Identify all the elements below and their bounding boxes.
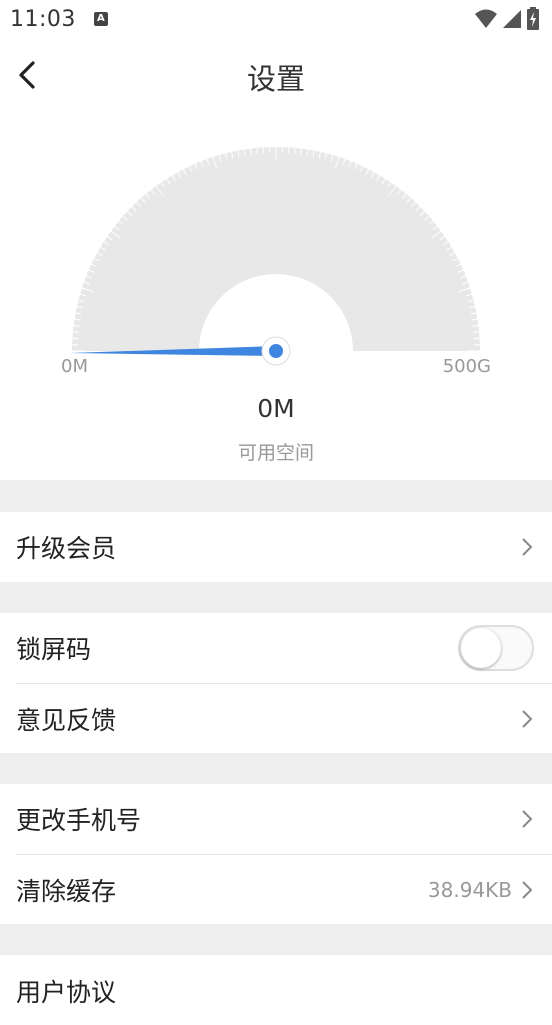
- toggle-knob: [461, 628, 501, 668]
- gauge-max-label: 500G: [443, 356, 491, 377]
- row-label: 更改手机号: [16, 801, 520, 837]
- settings-row-user-agreement[interactable]: 用户协议: [0, 955, 552, 1025]
- gauge-tick: [73, 332, 79, 333]
- gauge-min-label: 0M: [61, 356, 88, 377]
- signal-icon: [502, 8, 522, 30]
- settings-row-change-phone[interactable]: 更改手机号: [0, 784, 552, 854]
- row-label: 用户协议: [16, 973, 534, 1009]
- settings-row-clear-cache[interactable]: 清除缓存 38.94KB: [0, 855, 552, 924]
- section-gap: [0, 582, 552, 613]
- section-gap: [0, 753, 552, 784]
- page-title: 设置: [0, 56, 552, 98]
- status-bar: 11:03 A: [0, 0, 552, 38]
- gauge-tick: [257, 148, 258, 154]
- section-gap: [0, 924, 552, 955]
- lock-screen-toggle[interactable]: [458, 625, 534, 671]
- cache-size-value: 38.94KB: [428, 878, 512, 902]
- chevron-right-icon: [520, 537, 534, 557]
- settings-row-lock-screen-code: 锁屏码: [0, 613, 552, 683]
- settings-row-upgrade-membership[interactable]: 升级会员: [0, 512, 552, 582]
- section-gap: [0, 480, 552, 512]
- status-time: 11:03: [10, 7, 76, 32]
- row-label: 清除缓存: [16, 872, 428, 908]
- gauge-tick: [473, 332, 479, 333]
- chevron-right-icon: [520, 880, 534, 900]
- gauge-dial: [0, 116, 552, 376]
- chevron-right-icon: [520, 809, 534, 829]
- notification-icon: A: [94, 12, 108, 26]
- battery-icon: [526, 7, 540, 31]
- chevron-right-icon: [520, 709, 534, 729]
- row-label: 意见反馈: [16, 701, 520, 737]
- available-space-caption: 可用空间: [0, 438, 552, 465]
- app-bar: 设置: [0, 38, 552, 116]
- wifi-icon: [474, 8, 498, 30]
- row-label: 锁屏码: [16, 630, 458, 666]
- available-space-value: 0M: [0, 394, 552, 423]
- row-label: 升级会员: [16, 529, 520, 565]
- storage-gauge: 0M 500G 0M 可用空间: [0, 116, 552, 480]
- gauge-tick: [295, 148, 296, 154]
- settings-row-feedback[interactable]: 意见反馈: [0, 684, 552, 753]
- status-icons: [474, 7, 540, 31]
